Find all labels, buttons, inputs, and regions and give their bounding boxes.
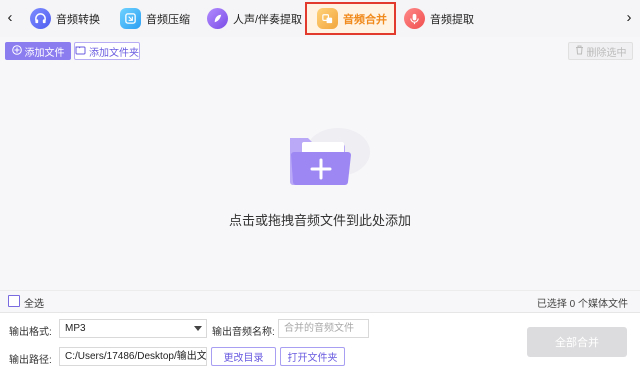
add-file-label: 添加文件 (24, 47, 65, 59)
folder-icon (75, 45, 86, 58)
output-path-label: 输出路径: (9, 355, 52, 366)
tab-label: 音频转换 (56, 13, 100, 26)
selected-count-text: 已选择 0 个媒体文件 (536, 299, 628, 310)
change-directory-button[interactable]: 更改目录 (211, 347, 276, 366)
add-folder-label: 添加文件夹 (89, 47, 139, 59)
file-toolbar: 添加文件 添加文件夹 删除选中 (0, 37, 640, 64)
microphone-icon (404, 8, 425, 29)
merge-icon (317, 8, 338, 29)
output-settings-panel: 输出格式: MP3 输出音频名称: 合并的音频文件 输出路径: C:/Users… (0, 312, 640, 371)
top-tab-bar: ‹ 音频转换 音频压缩 人声/伴奏提取 音频合并 音频提取 › (0, 0, 640, 37)
drop-hint-text: 点击或拖拽音频文件到此处添加 (228, 213, 411, 228)
selection-bar: 全选 已选择 0 个媒体文件 (0, 290, 640, 312)
trash-icon (575, 45, 584, 58)
output-name-input[interactable]: 合并的音频文件 (278, 319, 369, 338)
chevron-down-icon (194, 326, 202, 331)
tab-audio-merge[interactable]: 音频合并 (305, 2, 396, 35)
delete-selected-button[interactable]: 删除选中 (568, 42, 633, 60)
open-folder-button[interactable]: 打开文件夹 (280, 347, 345, 366)
compress-icon (120, 8, 141, 29)
add-folder-illustration-icon (290, 128, 370, 185)
tab-label: 音频压缩 (146, 13, 190, 26)
select-all-label[interactable]: 全选 (24, 295, 44, 310)
headphones-icon (30, 8, 51, 29)
tab-audio-extract[interactable]: 音频提取 (404, 5, 474, 32)
scroll-left-icon[interactable]: ‹ (4, 8, 16, 28)
select-all-checkbox[interactable] (8, 295, 20, 307)
tab-vocal-extract[interactable]: 人声/伴奏提取 (207, 5, 302, 32)
delete-selected-label: 删除选中 (586, 47, 627, 59)
tab-label: 音频提取 (430, 13, 474, 26)
add-folder-button[interactable]: 添加文件夹 (74, 42, 140, 60)
output-name-label: 输出音频名称: (212, 327, 275, 338)
tab-audio-convert[interactable]: 音频转换 (30, 5, 100, 32)
scroll-right-icon[interactable]: › (623, 8, 635, 28)
tab-audio-compress[interactable]: 音频压缩 (120, 5, 190, 32)
tab-label: 人声/伴奏提取 (233, 13, 303, 26)
output-format-value: MP3 (65, 323, 86, 334)
file-drop-zone[interactable]: 点击或拖拽音频文件到此处添加 (0, 64, 640, 290)
tab-label: 音频合并 (343, 13, 387, 26)
output-path-field[interactable]: C:/Users/17486/Desktop/输出文件 (59, 347, 207, 366)
output-format-select[interactable]: MP3 (59, 319, 207, 338)
merge-all-button[interactable]: 全部合并 (527, 327, 627, 357)
plus-circle-icon (11, 44, 22, 58)
add-file-button[interactable]: 添加文件 (5, 42, 71, 60)
output-format-label: 输出格式: (9, 327, 52, 338)
voice-icon (207, 8, 228, 29)
